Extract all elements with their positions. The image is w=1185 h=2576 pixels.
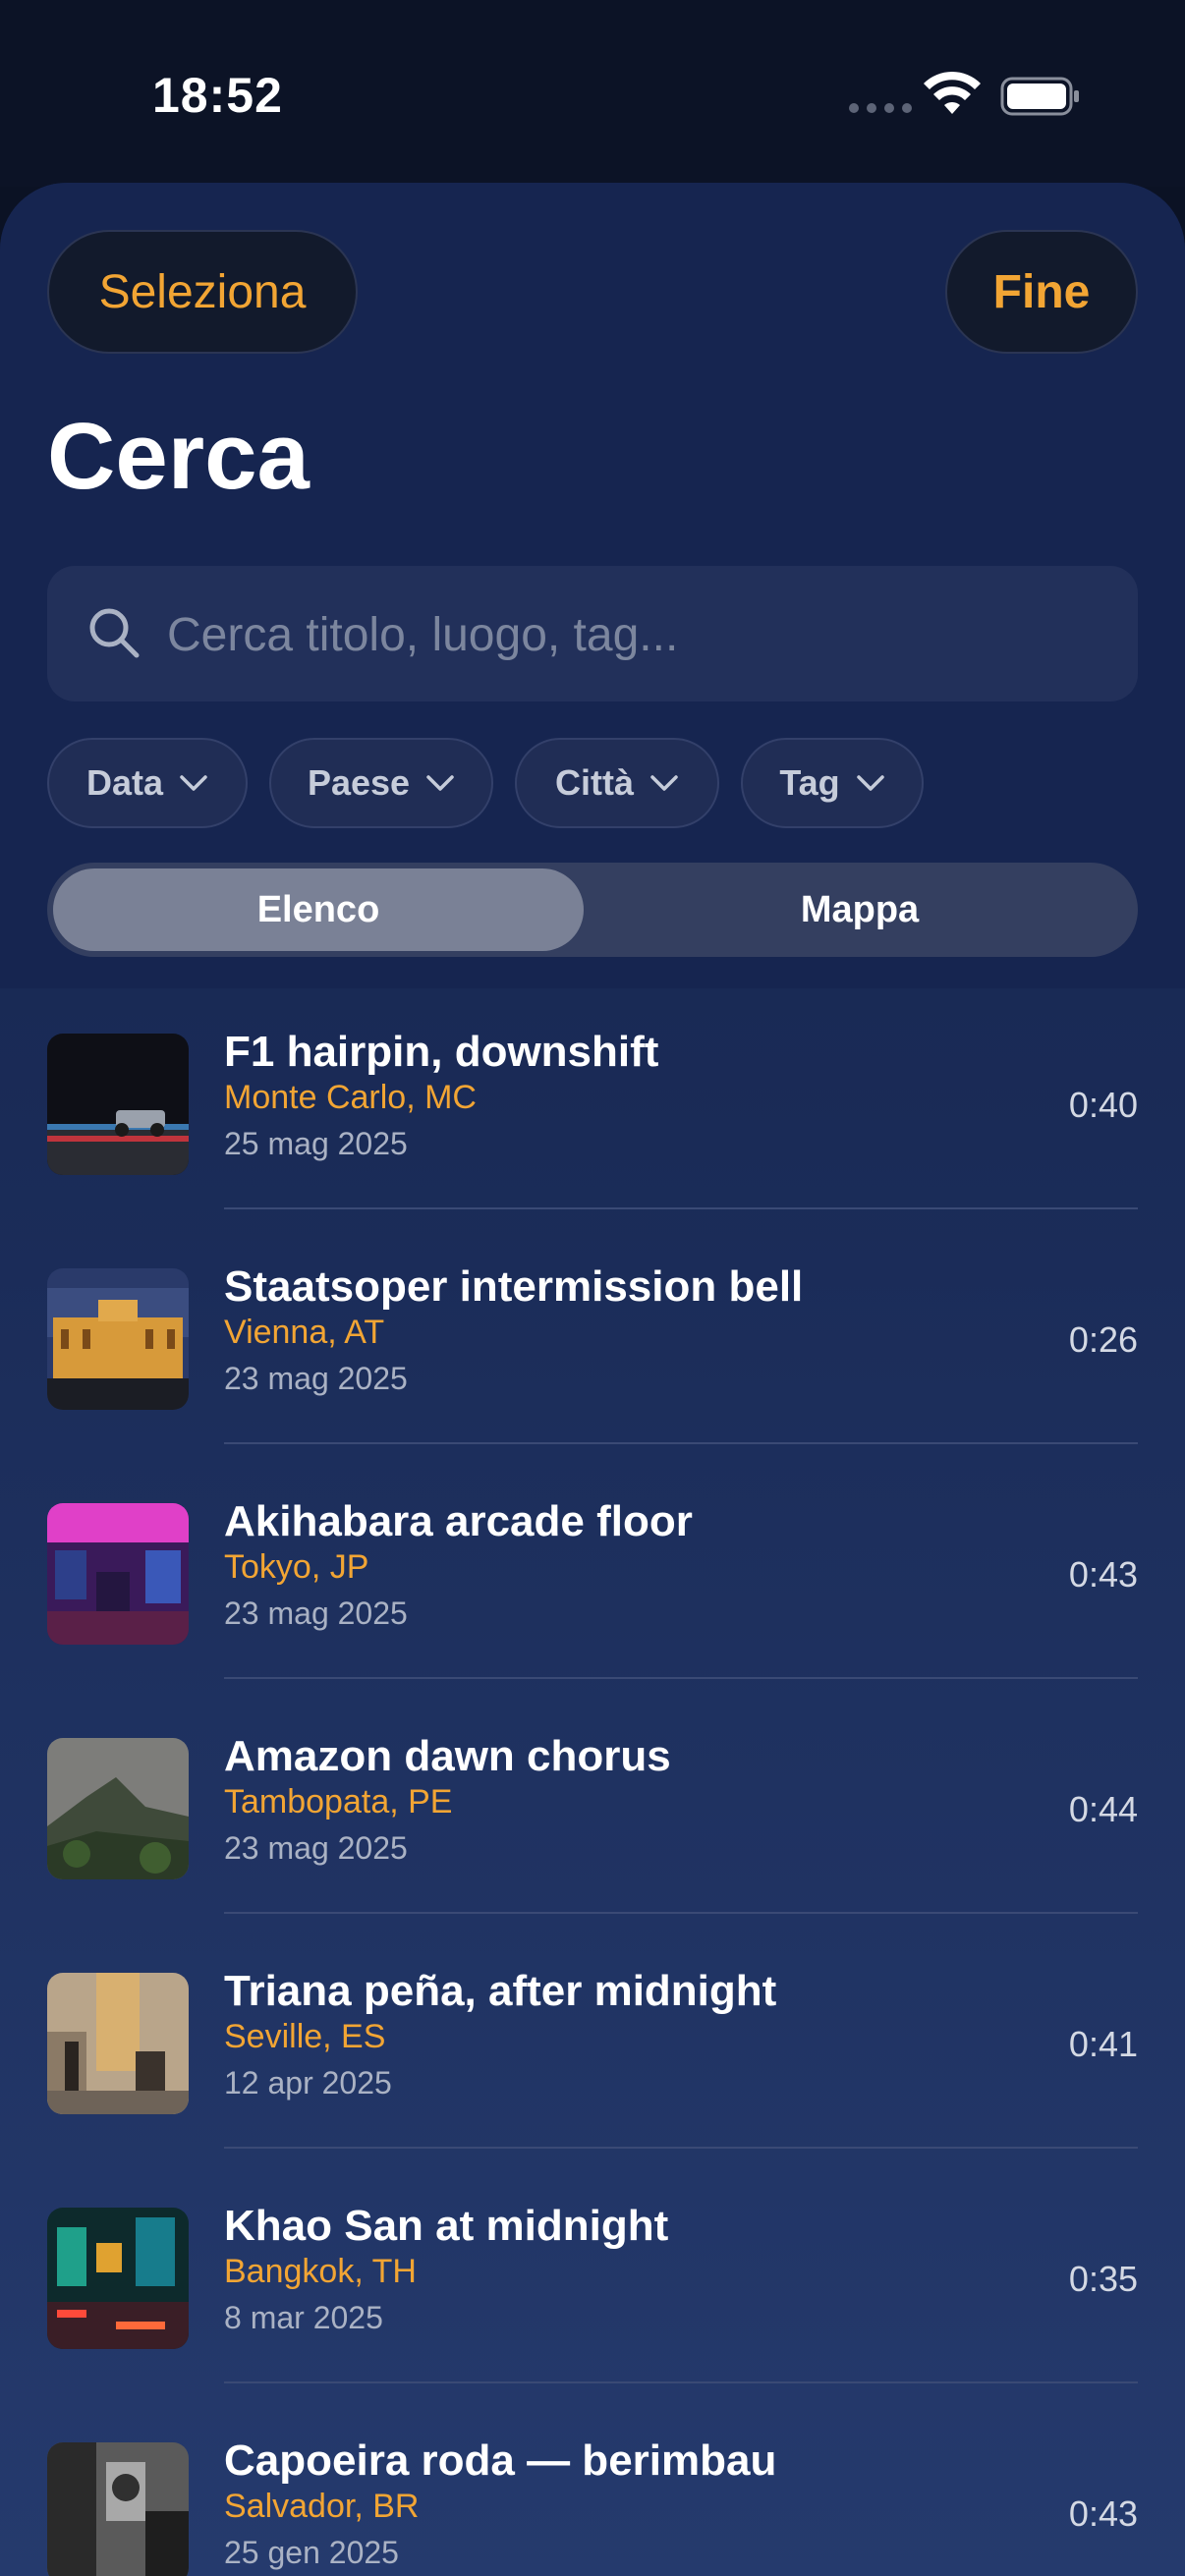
filter-chip-country[interactable]: Paese (269, 738, 493, 828)
recording-date: 25 gen 2025 (224, 2535, 399, 2570)
recording-duration: 0:40 (1068, 1085, 1138, 1125)
divider (224, 1442, 1138, 1444)
recording-duration: 0:43 (1068, 1554, 1138, 1595)
segment-list[interactable]: Elenco (53, 868, 584, 951)
status-bar: 18:52 (0, 0, 1185, 187)
filter-chip-date[interactable]: Data (47, 738, 248, 828)
search-input[interactable] (165, 566, 1112, 703)
divider (224, 2147, 1138, 2149)
recording-date: 23 mag 2025 (224, 1361, 408, 1396)
recording-place: Tambopata, PE (224, 1783, 453, 1820)
recording-title: Khao San at midnight (224, 2202, 669, 2250)
list-item[interactable]: Capoeira roda — berimbau Salvador, BR 25… (0, 2397, 1185, 2576)
filter-chip-tag[interactable]: Tag (741, 738, 924, 828)
search-icon (89, 608, 140, 658)
recording-date: 12 apr 2025 (224, 2065, 392, 2100)
signal-icon (849, 103, 912, 113)
recording-duration: 0:44 (1068, 1789, 1138, 1829)
chevron-down-icon (650, 775, 678, 791)
search-field[interactable] (47, 566, 1138, 703)
recording-place: Bangkok, TH (224, 2253, 417, 2290)
filter-chip-label: Città (555, 762, 634, 803)
recording-date: 25 mag 2025 (224, 1126, 408, 1161)
chevron-down-icon (180, 775, 207, 791)
thumbnail-image (47, 1503, 189, 1645)
list-item[interactable]: F1 hairpin, downshift Monte Carlo, MC 25… (0, 988, 1185, 1223)
list-item[interactable]: Triana peña, after midnight Seville, ES … (0, 1928, 1185, 2162)
recording-place: Tokyo, JP (224, 1548, 369, 1586)
recording-title: Triana peña, after midnight (224, 1967, 777, 2015)
recording-date: 23 mag 2025 (224, 1596, 408, 1631)
list-item[interactable]: Amazon dawn chorus Tambopata, PE 23 mag … (0, 1693, 1185, 1928)
thumbnail-image (47, 2208, 189, 2349)
filter-chip-label: Paese (307, 762, 411, 803)
recording-title: Staatsoper intermission bell (224, 1262, 804, 1311)
view-segmented-control: Elenco Mappa (47, 863, 1138, 957)
recording-place: Vienna, AT (224, 1314, 385, 1351)
filter-chip-label: Tag (779, 762, 840, 803)
done-button[interactable]: Fine (945, 230, 1138, 354)
thumbnail-image (47, 1034, 189, 1175)
thumbnail-image (47, 2442, 189, 2576)
recording-place: Salvador, BR (224, 2488, 420, 2525)
thumbnail-image (47, 1738, 189, 1879)
recording-title: Amazon dawn chorus (224, 1732, 671, 1780)
wifi-icon (924, 71, 981, 114)
divider (224, 2381, 1138, 2383)
list-item[interactable]: Akihabara arcade floor Tokyo, JP 23 mag … (0, 1458, 1185, 1693)
battery-icon (1000, 77, 1079, 116)
recording-duration: 0:41 (1068, 2024, 1138, 2064)
divider (224, 1912, 1138, 1914)
recording-duration: 0:26 (1068, 1319, 1138, 1360)
recording-date: 23 mag 2025 (224, 1830, 408, 1866)
recording-duration: 0:43 (1068, 2493, 1138, 2534)
divider (224, 1677, 1138, 1679)
chevron-down-icon (426, 775, 454, 791)
recording-duration: 0:35 (1068, 2259, 1138, 2299)
page-title: Cerca (47, 404, 310, 509)
filter-chip-label: Data (85, 762, 164, 803)
thumbnail-image (47, 1268, 189, 1410)
recording-title: Akihabara arcade floor (224, 1497, 693, 1545)
recording-title: Capoeira roda — berimbau (224, 2436, 777, 2485)
chevron-down-icon (856, 775, 884, 791)
recording-place: Seville, ES (224, 2018, 386, 2055)
recording-place: Monte Carlo, MC (224, 1079, 477, 1116)
recording-title: F1 hairpin, downshift (224, 1028, 659, 1076)
segment-map[interactable]: Mappa (588, 868, 1132, 951)
filter-chip-city[interactable]: Città (515, 738, 719, 828)
list-item[interactable]: Staatsoper intermission bell Vienna, AT … (0, 1223, 1185, 1458)
divider (224, 1207, 1138, 1209)
status-time: 18:52 (152, 68, 283, 123)
recording-date: 8 mar 2025 (224, 2300, 383, 2335)
thumbnail-image (47, 1973, 189, 2114)
list-item[interactable]: Khao San at midnight Bangkok, TH 8 mar 2… (0, 2162, 1185, 2397)
search-sheet: Seleziona Fine Cerca Data Paese Città Ta… (0, 183, 1185, 2576)
select-button[interactable]: Seleziona (47, 230, 358, 354)
